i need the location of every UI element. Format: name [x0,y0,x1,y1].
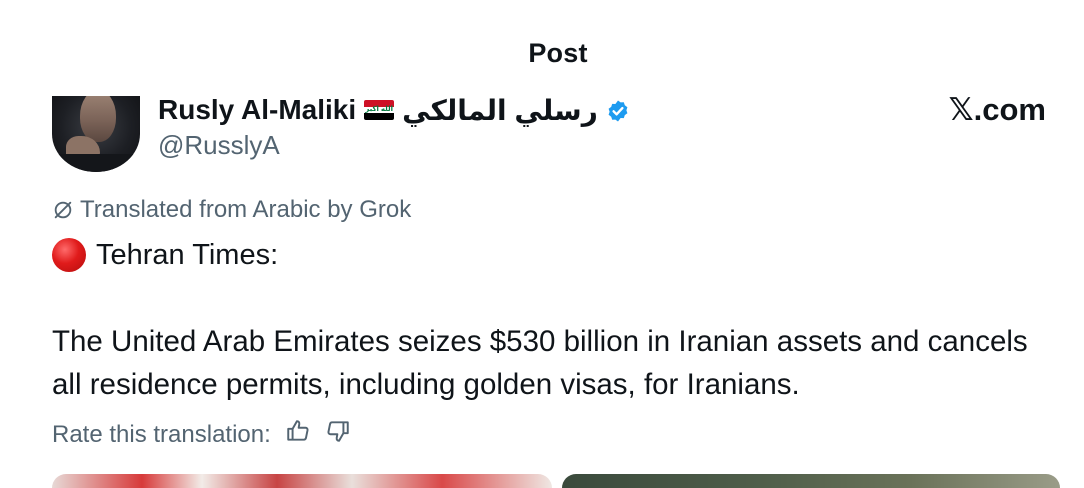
verified-badge-icon[interactable] [606,98,630,122]
tweet-headline-text: Tehran Times: [96,238,279,271]
tweet-body: The United Arab Emirates seizes $530 bil… [52,325,1028,401]
page-title: Post [528,38,588,68]
avatar[interactable] [52,96,140,172]
translation-notice: Translated from Arabic by Grok [52,196,411,224]
flag-inscription: الله اكبر [365,106,393,113]
avatar-face [80,96,116,142]
red-circle-emoji [52,238,86,272]
author-handle[interactable]: @RusslyA [158,130,280,161]
media-image-right[interactable] [562,474,1060,488]
author-name[interactable]: Rusly Al-Maliki [158,94,356,126]
author-name-row[interactable]: Rusly Al-Maliki الله اكبر رسلي المالكي [158,92,630,128]
thumbs-up-icon[interactable] [285,418,311,451]
x-com-watermark: 𝕏.com [948,92,1046,127]
rate-translation: Rate this translation: [52,418,351,451]
thumbs-down-icon[interactable] [325,418,351,451]
author-name-arabic[interactable]: رسلي المالكي [402,94,598,127]
iraq-flag-icon: الله اكبر [364,100,395,120]
avatar-shoulder [52,154,140,172]
tweet-headline: Tehran Times: [52,238,278,272]
media-image-left[interactable] [52,474,552,488]
grok-translate-icon [54,201,72,219]
translation-notice-text: Translated from Arabic by Grok [80,196,412,223]
rate-translation-label: Rate this translation: [52,420,271,448]
